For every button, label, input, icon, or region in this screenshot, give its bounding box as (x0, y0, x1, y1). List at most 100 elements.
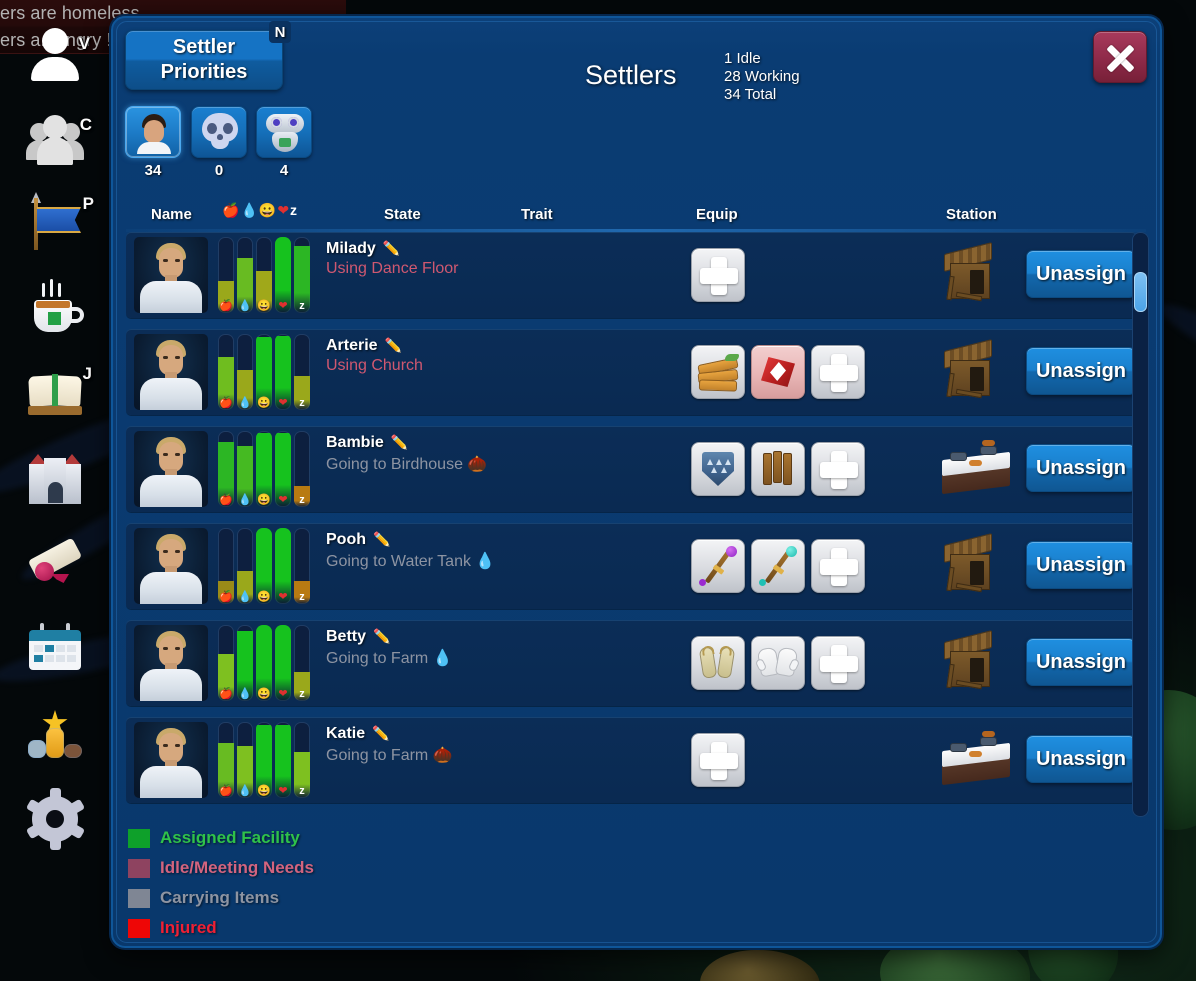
need-bar-2: 😀 (256, 722, 272, 798)
tab-robots[interactable] (256, 106, 312, 158)
sidebar-hotkey-c: C (79, 115, 92, 134)
equip-slot-wood-bundle[interactable] (691, 345, 745, 399)
settler-stats: 1 Idle 28 Working 34 Total (724, 50, 800, 104)
edit-name-icon[interactable]: ✏️ (373, 628, 390, 644)
edit-name-icon[interactable]: ✏️ (372, 725, 389, 741)
kitchen-station-icon[interactable] (936, 438, 1016, 500)
equip-slot-purple-staff[interactable] (691, 539, 745, 593)
needs-bars: 🍎 💧 😀 ❤ z (218, 625, 310, 701)
unassign-button[interactable]: Unassign (1026, 541, 1136, 589)
need-bar-4: z (294, 722, 310, 798)
table-row[interactable]: 🍎 💧 😀 ❤ z Arterie ✏️ Using Church Unassign (126, 329, 1137, 415)
sidebar-item-population[interactable]: C (14, 103, 96, 173)
stat-idle: 1 Idle (724, 50, 761, 67)
equip-slot-empty[interactable] (811, 345, 865, 399)
column-header-trait: Trait (521, 206, 553, 223)
settler-info: Katie ✏️ Going to Farm 🌰 (326, 725, 453, 765)
sidebar-item-buildings[interactable] (14, 444, 96, 514)
legend-swatch (128, 888, 150, 908)
avatar[interactable] (134, 237, 208, 313)
sidebar-item-settler-overview[interactable]: V (14, 20, 96, 90)
edit-name-icon[interactable]: ✏️ (391, 434, 408, 450)
column-header-equip: Equip (696, 206, 738, 223)
avatar[interactable] (134, 625, 208, 701)
need-bar-4: z (294, 334, 310, 410)
equip-slot-red-gem[interactable] (751, 345, 805, 399)
need-bar-2: 😀 (256, 431, 272, 507)
kitchen-station-icon[interactable] (936, 729, 1016, 791)
scrollbar-thumb[interactable] (1134, 272, 1147, 312)
settler-state: Going to Birdhouse 🌰 (326, 456, 488, 473)
close-button[interactable] (1093, 31, 1147, 83)
settlers-dialog: Settler Priorities N 34 0 4 Settlers 1 I… (111, 16, 1162, 948)
unassign-button[interactable]: Unassign (1026, 250, 1136, 298)
table-row[interactable]: 🍎 💧 😀 ❤ z Katie ✏️ Going to Farm 🌰 Unassign (126, 717, 1137, 803)
equip-slot-empty[interactable] (811, 442, 865, 496)
equip-slot-teal-staff[interactable] (751, 539, 805, 593)
settler-table: 🍎 💧 😀 ❤ z Milady ✏️ Using Dance Floor Unassign 🍎 💧… (126, 232, 1146, 817)
need-bar-4: z (294, 625, 310, 701)
edit-name-icon[interactable]: ✏️ (383, 240, 400, 256)
equip-slot-empty[interactable] (691, 733, 745, 787)
equip-slot-empty[interactable] (811, 636, 865, 690)
legend-label: Injured (160, 918, 217, 937)
equip-slot-wood-planks[interactable] (751, 442, 805, 496)
shack-station-icon[interactable] (936, 630, 1016, 694)
sidebar-item-journal[interactable]: J (14, 358, 96, 428)
tab-dead[interactable] (191, 106, 247, 158)
sidebar-item-rankings[interactable] (14, 700, 96, 770)
unassign-button[interactable]: Unassign (1026, 638, 1136, 686)
edit-name-icon[interactable]: ✏️ (385, 337, 402, 353)
shack-station-icon[interactable] (936, 339, 1016, 403)
unassign-button[interactable]: Unassign (1026, 735, 1136, 783)
shack-station-icon[interactable] (936, 242, 1016, 306)
scroll-diploma-icon (24, 534, 86, 596)
sidebar-item-settings[interactable] (14, 784, 96, 854)
settler-state: Going to Farm 🌰 (326, 747, 453, 764)
avatar[interactable] (134, 528, 208, 604)
table-row[interactable]: 🍎 💧 😀 ❤ z Bambie ✏️ Going to Birdhouse 🌰 Unassig… (126, 426, 1137, 512)
table-row[interactable]: 🍎 💧 😀 ❤ z Milady ✏️ Using Dance Floor Unassign (126, 232, 1137, 318)
teal-staff-icon (755, 543, 801, 589)
unassign-label: Unassign (1035, 456, 1127, 479)
page-title: Settlers (585, 60, 677, 90)
settler-priorities-button[interactable]: Settler Priorities N (125, 21, 291, 90)
table-row[interactable]: 🍎 💧 😀 ❤ z Betty ✏️ Going to Farm 💧 Unassign (126, 620, 1137, 706)
equip-slot-empty[interactable] (811, 539, 865, 593)
carried-item-icon: 💧 (475, 553, 496, 570)
color-legend: Assigned Facility Idle/Meeting Needs Carry… (128, 823, 314, 943)
sidebar-item-calendar[interactable] (14, 614, 96, 684)
equip-slot-gloves[interactable] (751, 636, 805, 690)
unassign-button[interactable]: Unassign (1026, 347, 1136, 395)
equip-slots (691, 636, 865, 690)
shack-station-icon[interactable] (936, 533, 1016, 597)
unassign-button[interactable]: Unassign (1026, 444, 1136, 492)
settler-info: Arterie ✏️ Using Church (326, 337, 423, 375)
settler-name: Katie (326, 725, 366, 742)
table-row[interactable]: 🍎 💧 😀 ❤ z Pooh ✏️ Going to Water Tank 💧 Unassign (126, 523, 1137, 609)
avatar[interactable] (134, 722, 208, 798)
table-scrollbar[interactable] (1132, 232, 1149, 817)
avatar[interactable] (134, 431, 208, 507)
tab-settlers[interactable] (125, 106, 181, 158)
unassign-label: Unassign (1035, 553, 1127, 576)
settler-info: Pooh ✏️ Going to Water Tank 💧 (326, 531, 495, 571)
podium-star-icon (24, 704, 86, 766)
calendar-icon (24, 618, 86, 680)
settler-name: Milady (326, 240, 376, 257)
open-book-icon (24, 362, 86, 424)
sidebar-item-decrees[interactable] (14, 530, 96, 600)
sidebar-item-comforts[interactable] (14, 274, 96, 344)
equip-slot-empty[interactable] (691, 248, 745, 302)
avatar[interactable] (134, 334, 208, 410)
group-icon (24, 107, 86, 169)
equip-slot-sandals[interactable] (691, 636, 745, 690)
settler-info: Betty ✏️ Going to Farm 💧 (326, 628, 453, 668)
need-bar-2: 😀 (256, 334, 272, 410)
sidebar-item-projects[interactable]: P (14, 188, 96, 258)
priorities-hotkey-badge: N (269, 21, 291, 43)
equip-slots (691, 442, 865, 496)
gloves-icon (754, 640, 801, 686)
edit-name-icon[interactable]: ✏️ (373, 531, 390, 547)
equip-slot-blue-bandana[interactable] (691, 442, 745, 496)
